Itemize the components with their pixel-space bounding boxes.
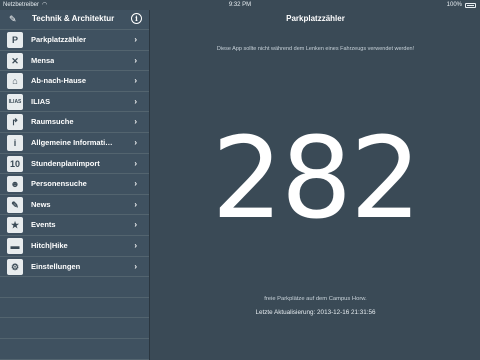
info-button-icon[interactable]: i <box>131 13 142 24</box>
sidebar-item-label: News <box>31 199 51 209</box>
sidebar-item-signpost[interactable]: ↱ Raumsuche › <box>0 112 149 133</box>
sidebar-item-label: ILIAS <box>31 96 51 106</box>
car-icon: ▬ <box>7 237 23 254</box>
edit-icon[interactable]: ✎ <box>9 14 17 25</box>
chevron-right-icon: › <box>134 96 137 106</box>
sidebar-item-label: Allgemeine Informati… <box>31 137 113 147</box>
chevron-right-icon: › <box>134 240 137 250</box>
house-icon: ⌂ <box>7 73 23 90</box>
free-spaces-count: 282 <box>211 114 422 244</box>
driving-warning: Diese App sollte nicht während dem Lenke… <box>216 46 415 52</box>
chevron-right-icon: › <box>134 35 137 44</box>
chevron-right-icon: › <box>134 220 137 230</box>
sidebar-item-info[interactable]: i Allgemeine Informati… › <box>0 133 149 154</box>
empty-row <box>0 298 149 319</box>
sidebar-item-house[interactable]: ⌂ Ab-nach-Hause › <box>0 71 149 92</box>
sidebar-item-star[interactable]: ★ Events › <box>0 215 149 236</box>
sidebar-item-gear[interactable]: ⚙ Einstellungen › <box>0 257 149 278</box>
sidebar-item-car[interactable]: ▬ Hitch|Hike › <box>0 236 149 257</box>
sidebar-item-label: Personensuche <box>31 179 87 189</box>
sidebar-item-people[interactable]: ☻ Personensuche › <box>0 174 149 195</box>
chevron-right-icon: › <box>134 199 137 209</box>
sidebar-item-cutlery[interactable]: ✕ Mensa › <box>0 51 149 72</box>
main-panel: Parkplatzzähler Diese App sollte nicht w… <box>151 10 480 360</box>
chevron-right-icon: › <box>134 137 137 147</box>
sidebar-item-ilias-logo[interactable]: ILIAS ILIAS › <box>0 92 149 113</box>
people-icon: ☻ <box>7 176 23 193</box>
sidebar-item-parking[interactable]: P Parkplatzzähler › <box>0 30 149 51</box>
sidebar-item-label: Einstellungen <box>31 261 81 271</box>
parking-icon: P <box>7 32 23 48</box>
sidebar-item-label: Hitch|Hike <box>31 240 68 250</box>
sidebar-item-label: Ab-nach-Hause <box>31 76 87 86</box>
last-updated: Letzte Aktualisierung: 2013-12-16 21:31:… <box>255 309 376 316</box>
sidebar-item-label: Events <box>31 220 56 230</box>
empty-row <box>0 318 149 339</box>
chevron-right-icon: › <box>134 55 137 65</box>
chevron-right-icon: › <box>134 179 137 189</box>
cutlery-icon: ✕ <box>7 52 23 69</box>
empty-row <box>0 277 149 298</box>
status-time: 9:32 PM <box>228 2 252 8</box>
sidebar-item-label: Parkplatzzähler <box>31 35 87 44</box>
page-title: Parkplatzzähler <box>286 14 345 23</box>
star-icon: ★ <box>7 217 23 234</box>
free-spaces-label: freie Parkplätze auf dem Campus Horw. <box>264 296 367 302</box>
sidebar-title: Technik & Architektur <box>32 14 115 23</box>
sidebar-item-calendar[interactable]: 10 Stundenplanimport › <box>0 154 149 175</box>
signpost-icon: ↱ <box>7 114 23 131</box>
sidebar: ✎ Technik & Architektur i P Parkplatzzähl… <box>0 10 150 360</box>
chevron-right-icon: › <box>134 117 137 127</box>
sidebar-item-label: Raumsuche <box>31 117 74 127</box>
sidebar-item-label: Mensa <box>31 55 55 65</box>
sidebar-header: ✎ Technik & Architektur i <box>0 10 149 30</box>
chevron-right-icon: › <box>134 158 137 168</box>
status-bar: Netzbetreiber ◠ 9:32 PM 100% <box>0 0 480 10</box>
calendar-icon: 10 <box>7 155 23 172</box>
battery-icon <box>465 3 476 8</box>
empty-row <box>0 339 149 360</box>
sidebar-item-label: Stundenplanimport <box>31 158 100 168</box>
chevron-right-icon: › <box>134 76 137 86</box>
gear-icon: ⚙ <box>7 258 23 275</box>
sidebar-item-megaphone[interactable]: ✎ News › <box>0 195 149 216</box>
battery-percent: 100% <box>446 2 462 8</box>
sidebar-menu: P Parkplatzzähler › ✕ Mensa › ⌂ Ab-nach-Hause › I… <box>0 30 149 278</box>
chevron-right-icon: › <box>134 261 137 271</box>
ilias-logo-icon: ILIAS <box>7 93 23 110</box>
info-icon: i <box>7 134 23 151</box>
megaphone-icon: ✎ <box>7 196 23 213</box>
